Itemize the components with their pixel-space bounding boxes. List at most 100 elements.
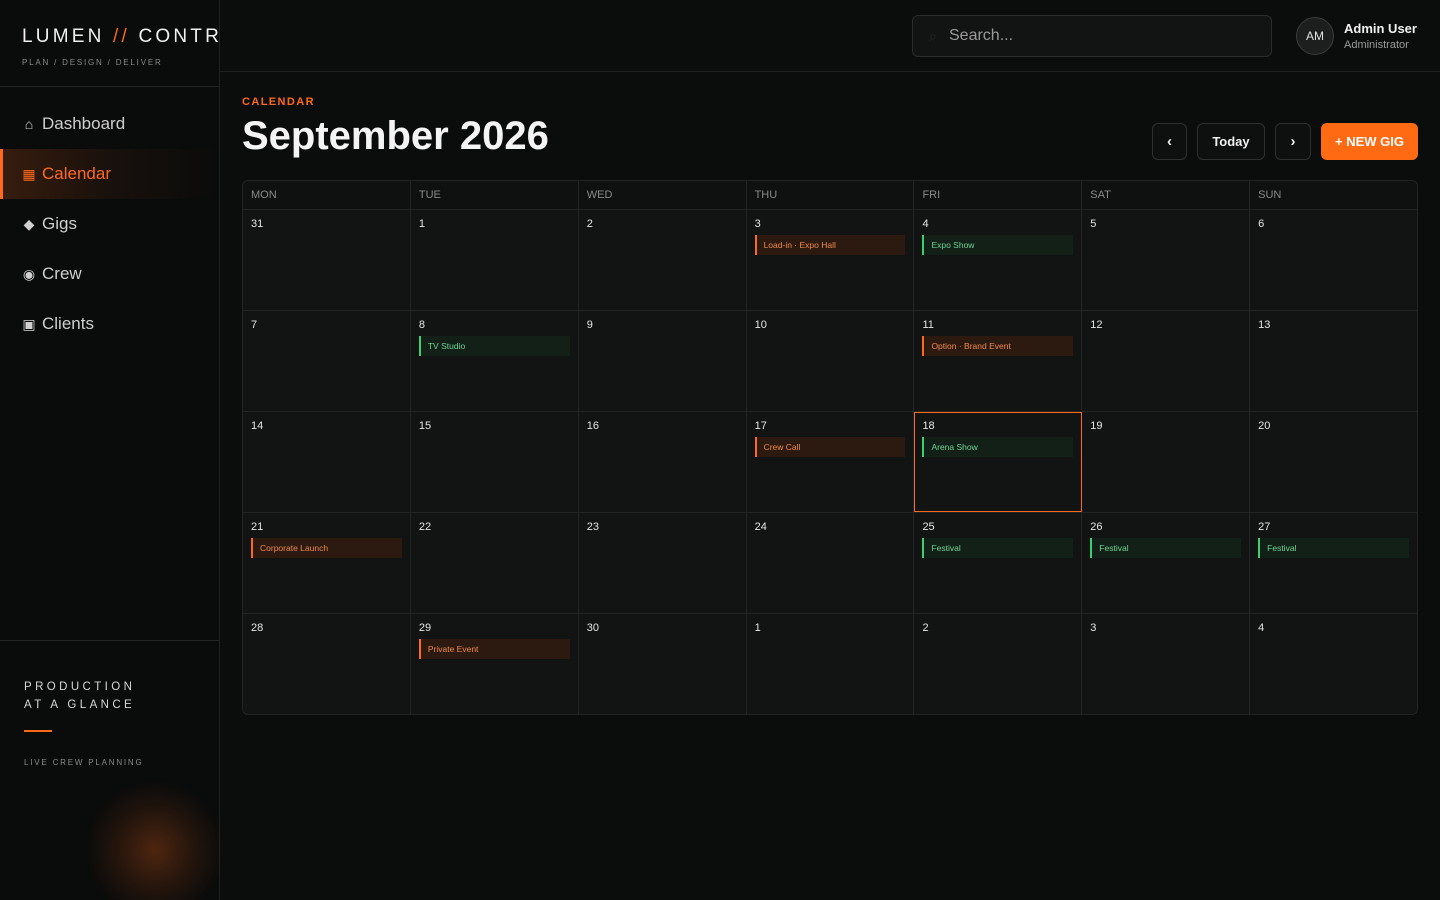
calendar-event[interactable]: Option · Brand Event — [922, 336, 1074, 356]
day-number: 16 — [586, 420, 599, 432]
calendar-day[interactable]: 21 Corporate Launch — [243, 513, 411, 613]
calendar-day[interactable]: 22 — [410, 513, 579, 613]
avatar[interactable]: AM — [1296, 17, 1334, 55]
calendar-day[interactable]: 27 Festival — [1250, 513, 1417, 613]
day-number: 3 — [754, 218, 761, 230]
user-name: Admin User — [1344, 21, 1417, 36]
day-number: 18 — [922, 420, 935, 432]
calendar-event[interactable]: Festival — [922, 538, 1074, 558]
calendar-day[interactable]: 11 Option · Brand Event — [914, 311, 1083, 411]
calendar-event[interactable]: Festival — [1258, 538, 1410, 558]
page-eyebrow: CALENDAR — [242, 96, 315, 108]
calendar-week: 14 15 16 17 Crew Call 18 Arena Show 19 20 — [243, 412, 1417, 513]
calendar-day[interactable]: 1 — [746, 614, 915, 714]
calendar-week: 31 1 2 3 Load-in · Expo Hall 4 Expo Show 5 6 — [243, 210, 1417, 311]
calendar-day[interactable]: 23 — [578, 513, 747, 613]
day-number: 26 — [1090, 521, 1103, 533]
page-title: September 2026 — [242, 114, 549, 158]
day-number: 2 — [922, 622, 929, 634]
calendar-day[interactable]: 1 — [410, 210, 579, 310]
brand-separator: // — [113, 26, 130, 47]
calendar-day[interactable]: 24 — [746, 513, 915, 613]
calendar-event[interactable]: Corporate Launch — [251, 538, 402, 558]
calendar-day[interactable]: 15 — [410, 412, 579, 512]
promo-accent-rule — [24, 730, 52, 732]
calendar-event[interactable]: Crew Call — [754, 437, 906, 457]
weekday-label: TUE — [411, 181, 579, 209]
calendar-day[interactable]: 3 Load-in · Expo Hall — [746, 210, 915, 310]
calendar-day[interactable]: 26 Festival — [1082, 513, 1251, 613]
calendar-day[interactable]: 3 — [1082, 614, 1251, 714]
calendar-day[interactable]: 4 Expo Show — [914, 210, 1083, 310]
sidebar-item-gigs[interactable]: ◆ Gigs — [0, 199, 219, 249]
sidebar-item-dashboard[interactable]: ⌂ Dashboard — [0, 99, 219, 149]
day-number: 8 — [418, 319, 425, 331]
day-number: 21 — [251, 521, 264, 533]
calendar-day[interactable]: 8 TV Studio — [410, 311, 579, 411]
calendar-day[interactable]: 19 — [1082, 412, 1251, 512]
calendar-day[interactable]: 2 — [578, 210, 747, 310]
sidebar-divider — [0, 640, 219, 641]
new-gig-button[interactable]: + NEW GIG — [1321, 123, 1418, 160]
day-number: 23 — [586, 521, 599, 533]
calendar-day[interactable]: 9 — [578, 311, 747, 411]
today-button[interactable]: Today — [1197, 123, 1265, 160]
next-month-button[interactable]: › — [1275, 123, 1311, 160]
calendar-day[interactable]: 17 Crew Call — [746, 412, 915, 512]
calendar-day[interactable]: 12 — [1082, 311, 1251, 411]
day-number: 2 — [586, 218, 593, 230]
calendar-day[interactable]: 28 — [243, 614, 411, 714]
day-number: 29 — [418, 622, 432, 634]
day-number: 10 — [754, 319, 767, 331]
calendar-event[interactable]: Load-in · Expo Hall — [754, 235, 906, 255]
day-number: 15 — [418, 420, 432, 432]
brand[interactable]: LUMEN // CONTROL PLAN / DESIGN / DELIVER — [22, 26, 254, 67]
weekday-label: MON — [243, 181, 411, 209]
calendar-day[interactable]: 6 — [1250, 210, 1417, 310]
main-content: CALENDAR September 2026 ‹ Today › + NEW … — [220, 72, 1440, 900]
calendar-day[interactable]: 30 — [578, 614, 747, 714]
sidebar-item-clients[interactable]: ▣ Clients — [0, 299, 219, 349]
calendar-day[interactable]: 29 Private Event — [410, 614, 579, 714]
calendar-day-today[interactable]: 18 Arena Show — [914, 412, 1083, 512]
calendar-day[interactable]: 5 — [1082, 210, 1251, 310]
day-number: 25 — [922, 521, 935, 533]
calendar-week: 21 Corporate Launch 22 23 24 25 Festival 26 Fest… — [243, 513, 1417, 614]
prev-month-button[interactable]: ‹ — [1152, 123, 1187, 160]
sidebar-divider — [0, 86, 219, 87]
search-input[interactable] — [949, 27, 1249, 45]
calendar-day[interactable]: 10 — [746, 311, 915, 411]
topbar: ⌕ AM Admin User Administrator — [220, 0, 1440, 72]
calendar-day[interactable]: 4 — [1250, 614, 1417, 714]
calendar-day[interactable]: 31 — [243, 210, 411, 310]
calendar-day[interactable]: 13 — [1250, 311, 1417, 411]
day-number: 7 — [251, 319, 258, 331]
day-number: 4 — [1258, 622, 1265, 634]
sidebar-promo: PRODUCTION AT A GLANCE LIVE CREW PLANNIN… — [24, 678, 144, 767]
day-number: 12 — [1090, 319, 1103, 331]
promo-title: PRODUCTION AT A GLANCE — [24, 678, 144, 714]
calendar-week: 28 29 Private Event 30 1 2 3 4 — [243, 614, 1417, 714]
calendar-day[interactable]: 20 — [1250, 412, 1417, 512]
home-icon: ⌂ — [24, 116, 34, 132]
calendar-event[interactable]: TV Studio — [418, 336, 570, 356]
user-info[interactable]: Admin User Administrator — [1344, 21, 1417, 51]
calendar-event[interactable]: Arena Show — [922, 437, 1074, 457]
brand-tagline: PLAN / DESIGN / DELIVER — [22, 58, 163, 67]
search-box[interactable]: ⌕ — [912, 15, 1272, 57]
calendar-day[interactable]: 2 — [914, 614, 1083, 714]
calendar-day[interactable]: 16 — [578, 412, 747, 512]
sidebar-item-crew[interactable]: ◉ Crew — [0, 249, 219, 299]
sidebar-item-calendar[interactable]: ▦ Calendar — [0, 149, 219, 199]
calendar-event[interactable]: Private Event — [418, 639, 570, 659]
brand-logo: LUMEN // CONTROL — [22, 26, 254, 48]
calendar-event[interactable]: Festival — [1090, 538, 1242, 558]
day-number: 19 — [1090, 420, 1103, 432]
diamond-icon: ◆ — [23, 215, 35, 232]
calendar-event[interactable]: Expo Show — [922, 235, 1074, 255]
calendar-day[interactable]: 14 — [243, 412, 411, 512]
calendar-day[interactable]: 25 Festival — [914, 513, 1083, 613]
calendar-day[interactable]: 7 — [243, 311, 411, 411]
sidebar-item-label: Gigs — [42, 214, 77, 233]
day-number: 9 — [586, 319, 593, 331]
